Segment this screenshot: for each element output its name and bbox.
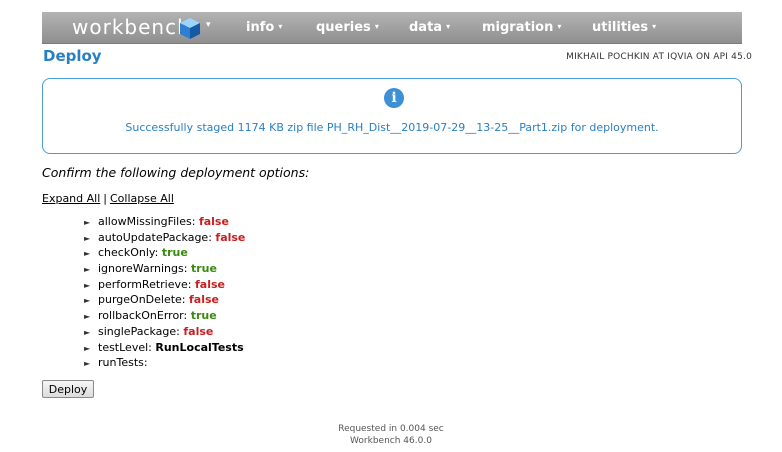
expand-arrow-icon[interactable]: ► — [84, 309, 98, 325]
link-separator: | — [103, 192, 107, 205]
option-auto-update-package: ► autoUpdatePackage: false — [84, 230, 245, 246]
option-name: checkOnly: — [98, 246, 159, 260]
option-value: RunLocalTests — [155, 340, 244, 354]
option-allow-missing-files: ► allowMissingFiles: false — [84, 214, 245, 230]
expand-arrow-icon[interactable]: ► — [84, 293, 98, 309]
chevron-down-icon: ▾ — [278, 22, 283, 31]
cube-logo-icon — [180, 18, 200, 39]
expand-arrow-icon[interactable]: ► — [84, 215, 98, 231]
menu-migration[interactable]: migration ▾ — [482, 20, 561, 35]
workbench-logo-text[interactable]: workbench — [72, 15, 191, 39]
request-timing: Requested in 0.004 sec — [338, 424, 444, 434]
expand-arrow-icon[interactable]: ► — [84, 325, 98, 341]
option-test-level: ► testLevel: RunLocalTests — [84, 340, 245, 356]
workbench-version: Workbench 46.0.0 — [350, 436, 432, 446]
chevron-down-icon: ▾ — [652, 22, 657, 31]
expand-arrow-icon[interactable]: ► — [84, 231, 98, 247]
brand-chevron-down-icon[interactable]: ▾ — [206, 20, 211, 30]
option-check-only: ► checkOnly: true — [84, 245, 245, 261]
deployment-options-list: ► allowMissingFiles: false ► autoUpdatePac… — [84, 214, 245, 371]
menu-utilities[interactable]: utilities ▾ — [592, 20, 656, 35]
chevron-down-icon: ▾ — [557, 22, 562, 31]
option-value: true — [161, 246, 188, 260]
option-name: rollbackOnError: — [98, 309, 188, 323]
option-value: false — [194, 277, 225, 291]
menu-info[interactable]: info ▾ — [246, 20, 282, 35]
confirm-prompt: Confirm the following deployment options… — [42, 165, 310, 180]
expand-arrow-icon[interactable]: ► — [84, 278, 98, 294]
expand-arrow-icon[interactable]: ► — [84, 262, 98, 278]
option-purge-on-delete: ► purgeOnDelete: false — [84, 292, 245, 308]
option-name: singlePackage: — [98, 324, 180, 338]
option-name: ignoreWarnings: — [98, 262, 188, 276]
option-value: false — [189, 293, 220, 307]
top-navbar: workbench ▾ info ▾ queries ▾ data ▾ migrati… — [42, 12, 742, 44]
menu-data[interactable]: data ▾ — [409, 20, 450, 35]
collapse-all-link[interactable]: Collapse All — [110, 192, 174, 205]
expand-all-link[interactable]: Expand All — [42, 192, 100, 205]
expand-collapse-links: Expand All | Collapse All — [42, 192, 174, 205]
option-name: runTests: — [98, 356, 148, 370]
info-message-box: i Successfully staged 1174 KB zip file P… — [42, 78, 742, 154]
info-message-text: Successfully staged 1174 KB zip file PH_… — [125, 121, 659, 134]
option-name: purgeOnDelete: — [98, 293, 186, 307]
option-value: false — [183, 324, 214, 338]
chevron-down-icon: ▾ — [374, 22, 379, 31]
deploy-button[interactable]: Deploy — [42, 380, 94, 398]
expand-arrow-icon[interactable]: ► — [84, 246, 98, 262]
page-title: Deploy — [43, 47, 102, 65]
option-perform-retrieve: ► performRetrieve: false — [84, 277, 245, 293]
expand-arrow-icon[interactable]: ► — [84, 341, 98, 357]
option-value: false — [198, 215, 229, 228]
expand-arrow-icon[interactable]: ► — [84, 356, 98, 372]
option-rollback-on-error: ► rollbackOnError: true — [84, 308, 245, 324]
option-name: allowMissingFiles: — [98, 215, 196, 228]
option-name: autoUpdatePackage: — [98, 230, 212, 244]
option-value: true — [190, 262, 217, 276]
option-ignore-warnings: ► ignoreWarnings: true — [84, 261, 245, 277]
info-icon: i — [384, 88, 404, 108]
option-name: performRetrieve: — [98, 277, 192, 291]
option-value: true — [190, 309, 217, 323]
menu-queries[interactable]: queries ▾ — [316, 20, 379, 35]
option-run-tests: ► runTests: — [84, 355, 245, 371]
chevron-down-icon: ▾ — [446, 22, 451, 31]
option-single-package: ► singlePackage: false — [84, 324, 245, 340]
option-name: testLevel: — [98, 340, 152, 354]
option-value: false — [215, 230, 246, 244]
user-info: MIKHAIL POCHKIN AT IQVIA ON API 45.0 — [566, 52, 752, 62]
